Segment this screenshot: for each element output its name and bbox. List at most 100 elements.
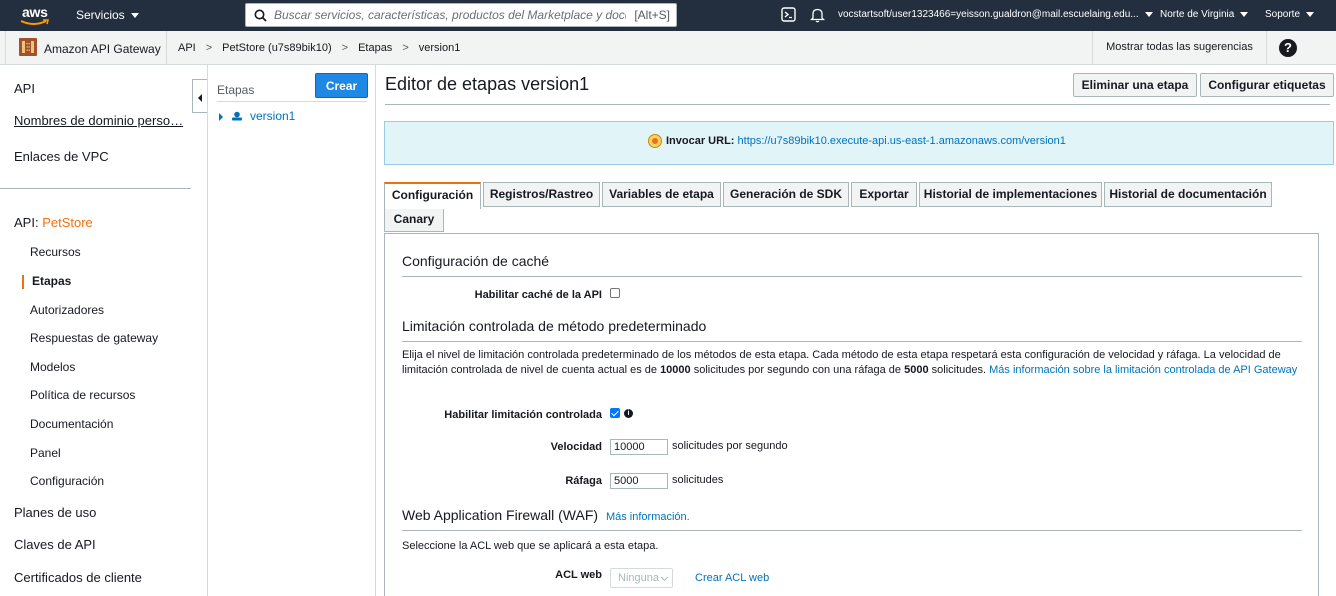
throttle-learn-more-link[interactable]: Más información sobre la limitación cont… <box>989 364 1297 376</box>
waf-section-title: Web Application Firewall (WAF) Más infor… <box>402 507 690 523</box>
info-icon[interactable]: i <box>624 409 633 418</box>
help-icon[interactable]: ? <box>1279 39 1297 57</box>
configure-tags-button[interactable]: Configurar etiquetas <box>1200 73 1334 97</box>
rate-label: Velocidad <box>550 441 602 453</box>
sidebar-item-authorizers[interactable]: Autorizadores <box>30 303 104 317</box>
sidebar-item-stages[interactable]: Etapas <box>32 274 71 288</box>
sidebar-item-documentation[interactable]: Documentación <box>30 417 113 431</box>
sidebar-item-api-keys[interactable]: Claves de API <box>14 537 96 552</box>
left-sidebar: API Nombres de dominio perso… Enlaces de… <box>0 65 192 596</box>
stages-tree-panel: Etapas Crear version1 <box>207 65 376 596</box>
breadcrumb-item-petstore[interactable]: PetStore (u7s89bik10) <box>222 42 331 54</box>
tab-sdk-generation[interactable]: Generación de SDK <box>723 182 849 207</box>
web-acl-select[interactable]: Ninguna <box>610 568 673 588</box>
section-divider <box>402 341 1302 342</box>
tab-settings[interactable]: Configuración <box>384 182 481 209</box>
sidebar-item-resources[interactable]: Recursos <box>30 245 81 259</box>
throttle-text: solicitudes. <box>928 364 990 376</box>
tree-item-label: version1 <box>250 109 296 123</box>
chevron-down-icon <box>1306 11 1315 17</box>
account-rate-value: 10000 <box>660 364 691 376</box>
create-web-acl-link[interactable]: Crear ACL web <box>695 572 769 584</box>
expand-icon[interactable] <box>219 112 223 121</box>
tree-item-version1[interactable]: version1 <box>219 109 295 123</box>
sidebar-api-heading: API: PetStore <box>14 215 93 230</box>
aws-smile-icon <box>20 19 50 25</box>
show-suggestions-button[interactable]: Mostrar todas las sugerencias <box>1092 31 1267 64</box>
tab-deployment-history[interactable]: Historial de implementaciones <box>919 182 1102 207</box>
breadcrumb-item-version1: version1 <box>418 42 461 54</box>
search-input[interactable] <box>274 7 626 23</box>
service-name[interactable]: Amazon API Gateway <box>44 42 161 56</box>
aws-logo-text: aws <box>22 4 48 20</box>
bell-icon[interactable] <box>810 7 825 23</box>
sidebar-item-custom-domains[interactable]: Nombres de dominio perso… <box>14 113 183 128</box>
sidebar-item-models[interactable]: Modelos <box>30 360 75 374</box>
chevron-down-icon <box>1144 11 1153 17</box>
sidebar-divider <box>0 188 191 189</box>
invoke-url-banner: Invocar URL: https://u7s89bik10.execute-… <box>384 121 1334 165</box>
divider <box>217 101 367 102</box>
rate-unit: solicitudes por segundo <box>672 440 788 452</box>
throttle-enable-checkbox[interactable] <box>610 408 620 418</box>
tab-stage-variables[interactable]: Variables de etapa <box>602 182 721 207</box>
collapse-sidebar-button[interactable] <box>192 79 208 113</box>
services-label: Servicios <box>76 8 125 22</box>
waf-learn-more-link[interactable]: Más información. <box>606 511 690 523</box>
cloudshell-icon[interactable] <box>781 7 796 22</box>
breadcrumb-bar: Amazon API Gateway API > PetStore (u7s89bi… <box>0 31 1336 65</box>
services-menu[interactable]: Servicios <box>76 8 139 22</box>
region-menu[interactable]: Norte de Virginia <box>1160 9 1249 20</box>
sidebar-item-settings[interactable]: Configuración <box>30 474 104 488</box>
sidebar-toggle[interactable] <box>0 31 6 64</box>
burst-label: Ráfaga <box>565 475 602 487</box>
account-label: vocstartsoft/user1323466=yeisson.gualdro… <box>838 9 1139 20</box>
throttle-enable-label: Habilitar limitación controlada <box>444 409 602 421</box>
api-name[interactable]: PetStore <box>42 215 93 230</box>
sidebar-item-gateway-responses[interactable]: Respuestas de gateway <box>30 331 158 345</box>
settings-panel: Configuración de caché Habilitar caché d… <box>384 233 1319 596</box>
waf-title-text: Web Application Firewall (WAF) <box>402 507 599 523</box>
breadcrumb: API > PetStore (u7s89bik10) > Etapas > version… <box>178 42 460 54</box>
section-divider <box>402 530 1302 531</box>
search-icon <box>254 9 267 22</box>
sidebar-item-api[interactable]: API <box>14 81 35 96</box>
chevron-down-icon <box>660 573 669 582</box>
sidebar-item-vpc-links[interactable]: Enlaces de VPC <box>14 149 109 164</box>
divider <box>166 31 167 64</box>
breadcrumb-separator: > <box>205 42 213 54</box>
throttle-section-title: Limitación controlada de método predeter… <box>402 318 707 334</box>
tab-documentation-history[interactable]: Historial de documentación <box>1104 182 1272 207</box>
sidebar-item-resource-policy[interactable]: Política de recursos <box>30 388 135 402</box>
tab-export[interactable]: Exportar <box>851 182 917 207</box>
support-menu[interactable]: Soporte <box>1265 9 1315 20</box>
rate-input[interactable] <box>610 439 668 455</box>
burst-input[interactable] <box>610 473 668 489</box>
sidebar-item-usage-plans[interactable]: Planes de uso <box>14 505 96 520</box>
throttle-description: Elija el nivel de limitación controlada … <box>402 348 1312 378</box>
invoke-url-link[interactable]: https://u7s89bik10.execute-api.us-east-1… <box>738 135 1066 147</box>
create-stage-button[interactable]: Crear <box>315 73 368 98</box>
tab-canary[interactable]: Canary <box>384 207 444 232</box>
account-menu[interactable]: vocstartsoft/user1323466=yeisson.gualdro… <box>838 9 1153 20</box>
chevron-down-icon <box>1240 11 1249 17</box>
breadcrumb-item-api[interactable]: API <box>178 42 196 54</box>
delete-stage-button[interactable]: Eliminar una etapa <box>1073 73 1197 97</box>
breadcrumb-separator: > <box>341 42 349 54</box>
api-gateway-icon <box>19 38 37 56</box>
breadcrumb-separator: > <box>402 42 409 54</box>
sidebar-item-dashboard[interactable]: Panel <box>30 446 61 460</box>
invoke-url-label: Invocar URL: <box>666 135 735 147</box>
page-title: Editor de etapas version1 <box>385 74 590 94</box>
sidebar-item-client-certificates[interactable]: Certificados de cliente <box>14 570 142 585</box>
cache-enable-checkbox[interactable] <box>610 288 620 298</box>
aws-logo[interactable]: aws <box>20 4 56 28</box>
breadcrumb-item-stages[interactable]: Etapas <box>358 42 392 54</box>
title-divider <box>385 104 1330 105</box>
tab-logs-tracing[interactable]: Registros/Rastreo <box>483 182 600 207</box>
section-divider <box>402 276 1302 277</box>
support-label: Soporte <box>1265 9 1301 20</box>
global-search[interactable]: [Alt+S] <box>245 3 677 27</box>
account-burst-value: 5000 <box>904 364 929 376</box>
api-prefix: API: <box>14 215 39 230</box>
